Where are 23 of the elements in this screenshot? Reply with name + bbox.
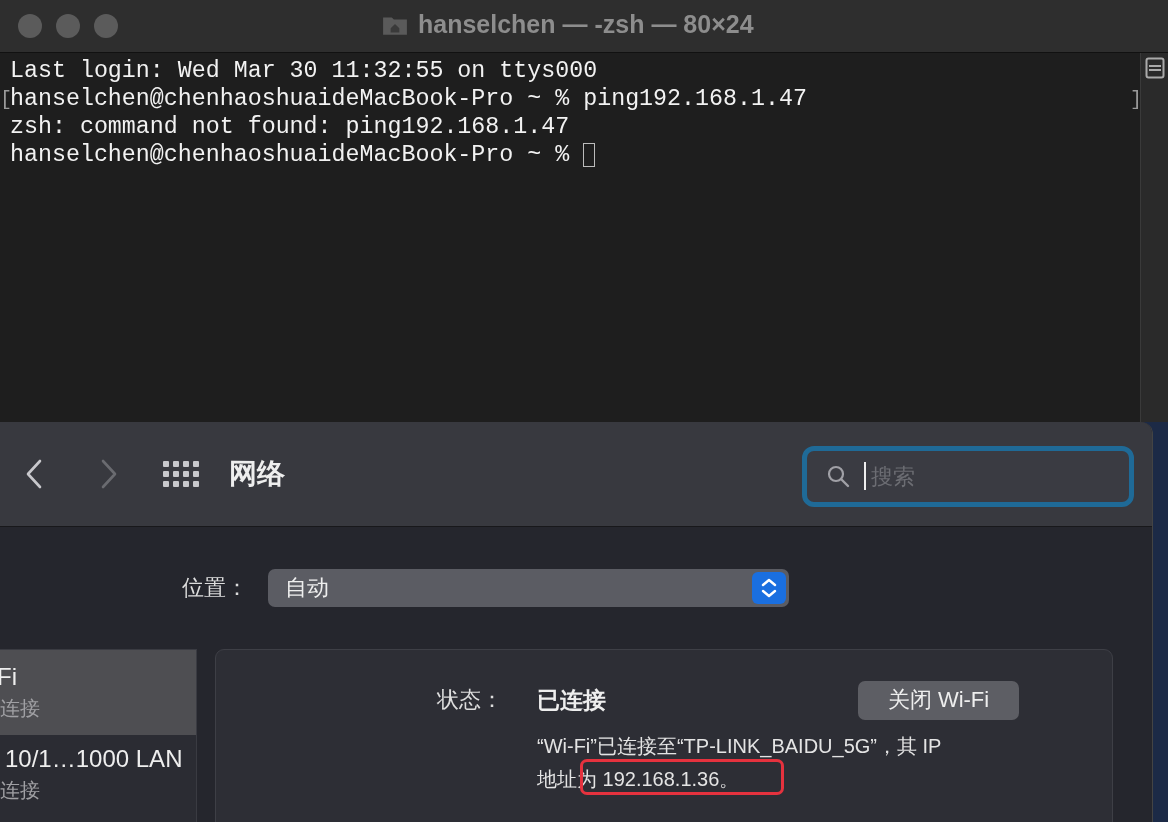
search-icon [826, 464, 850, 488]
line-mark: [ [0, 87, 12, 111]
terminal-line: hanselchen@chenhaoshuaideMacBook-Pro ~ % [10, 142, 571, 168]
terminal-line: hanselchen@chenhaoshuaideMacBook-Pro ~ % ping192.168.1.47 [10, 86, 807, 112]
scroll-bar[interactable] [1140, 53, 1168, 422]
window-title: 网络 [229, 457, 285, 491]
zoom-button[interactable] [94, 14, 118, 38]
service-item[interactable]: 10/1…1000 LAN 连接 [0, 735, 196, 813]
back-icon[interactable] [26, 459, 42, 489]
status-label: 状态： [436, 686, 503, 714]
turn-off-wifi-button[interactable]: 关闭 Wi-Fi [858, 680, 1019, 720]
status-value: 已连接 [537, 685, 606, 715]
terminal-line: zsh: command not found: ping192.168.1.47 [10, 114, 570, 140]
grid-icon[interactable] [163, 461, 199, 487]
stepper-icon [752, 572, 786, 604]
location-label: 位置： [182, 574, 249, 602]
window-title: hanselchen — -zsh — 80×24 [418, 10, 754, 39]
close-button[interactable] [18, 14, 42, 38]
terminal-line: Last login: Wed Mar 30 11:32:55 on ttys000 [10, 58, 598, 84]
line-mark: ] [1130, 87, 1142, 111]
split-pane-icon[interactable] [1144, 57, 1165, 79]
minimize-button[interactable] [56, 14, 80, 38]
location-dropdown[interactable]: 自动 [268, 569, 789, 607]
